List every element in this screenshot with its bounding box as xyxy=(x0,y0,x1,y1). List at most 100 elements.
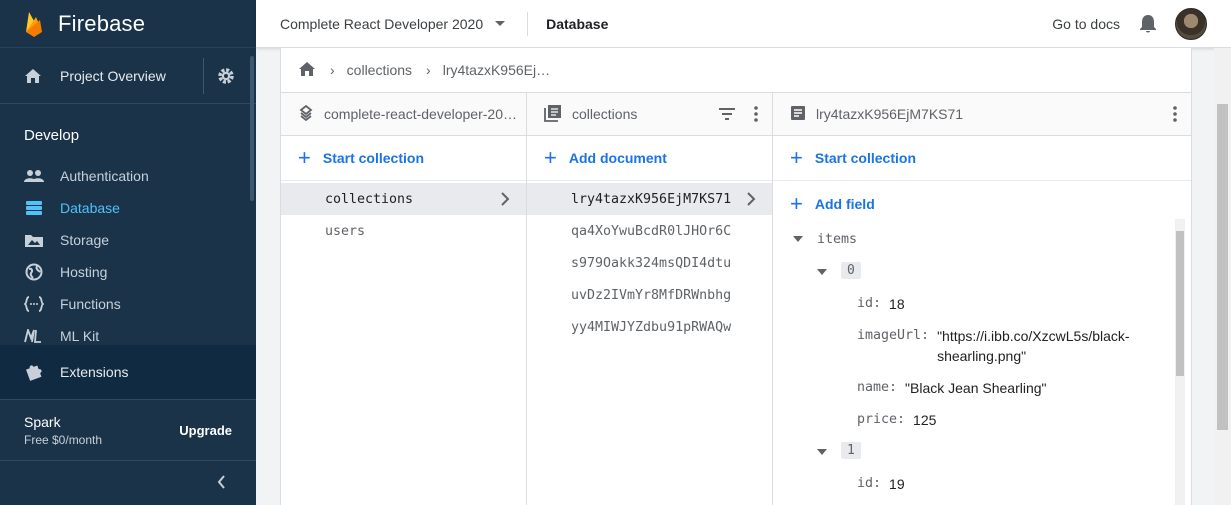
list-item-label: lry4tazxK956EjM7KS71 xyxy=(571,191,732,207)
field-row[interactable]: imageUrl: "https://i.ibb.co/XzcwL5s/blac… xyxy=(857,328,1130,366)
sidebar-item-functions[interactable]: Functions xyxy=(0,288,256,320)
document-panel: lry4tazxK956EjM7KS71 + Start collection … xyxy=(773,93,1191,505)
app-name: Firebase xyxy=(58,10,146,36)
field-row[interactable]: items xyxy=(793,232,857,247)
list-item[interactable]: uvDz2IVmYr8MfDRWnbhg xyxy=(527,279,772,311)
field-row[interactable]: name: "Black Jean Shearling" xyxy=(857,380,1047,396)
project-selector[interactable]: Complete React Developer 2020 xyxy=(280,16,483,32)
extensions-label: Extensions xyxy=(60,364,129,380)
chevron-down-icon[interactable] xyxy=(495,21,506,26)
panel-header: collections xyxy=(527,93,772,136)
add-field-button[interactable]: + Add field xyxy=(773,181,1191,226)
list-item[interactable]: lry4tazxK956EjM7KS71 xyxy=(527,183,772,215)
sidebar-scrollbar[interactable] xyxy=(250,56,254,201)
start-collection-button[interactable]: + Start collection xyxy=(281,136,526,181)
firebase-logo[interactable]: Firebase xyxy=(24,10,145,38)
globe-icon xyxy=(24,263,44,281)
plan-price: Free $0/month xyxy=(24,432,103,447)
field-value-line: "https://i.ibb.co/XzcwL5s/black- xyxy=(937,328,1130,344)
plus-icon: + xyxy=(298,145,311,170)
database-viewer: › collections › lry4tazxK956Ej… complete… xyxy=(280,48,1192,505)
field-row[interactable]: 0 xyxy=(817,262,861,279)
list-item-label: s979Oakk324msQDI4dtu xyxy=(571,255,732,271)
sidebar-item-label: Database xyxy=(60,200,120,216)
filter-icon[interactable] xyxy=(718,107,736,124)
plus-icon: + xyxy=(790,145,803,170)
plan-name: Spark xyxy=(24,413,61,430)
document-fields: items 0 id: 18 imageUrl: "https://i.ibb.… xyxy=(773,219,1191,505)
upgrade-button[interactable]: Upgrade xyxy=(179,423,232,438)
field-row[interactable]: 1 xyxy=(817,442,861,459)
expand-triangle-icon[interactable] xyxy=(817,449,827,455)
expand-triangle-icon[interactable] xyxy=(817,269,827,275)
collapse-sidebar-icon[interactable] xyxy=(214,474,230,495)
collection-panel: collections + Add document lry4tazxK956E… xyxy=(527,93,773,505)
list-item[interactable]: users xyxy=(281,215,526,247)
fields-scrollbar[interactable] xyxy=(1175,219,1185,505)
puzzle-icon xyxy=(24,361,44,384)
field-value: 19 xyxy=(889,476,905,492)
sidebar-header: Firebase xyxy=(0,0,256,48)
home-icon xyxy=(24,68,44,84)
chevron-right-icon: › xyxy=(330,62,335,78)
plan-section: Spark Free $0/month Upgrade xyxy=(0,400,256,461)
sidebar-item-storage[interactable]: Storage xyxy=(0,224,256,256)
list-item-label: qa4XoYwuBcdR0lJHOr6C xyxy=(571,223,732,239)
sidebar-item-label: ML Kit xyxy=(60,328,100,344)
list-item[interactable]: yy4MIWJYZdbu91pRWAQw xyxy=(527,311,772,343)
page-scrollbar[interactable] xyxy=(1214,48,1231,505)
chevron-right-icon: › xyxy=(426,62,431,78)
panel-header: complete-react-developer-20… xyxy=(281,93,526,136)
image-icon xyxy=(24,233,44,247)
go-to-docs-link[interactable]: Go to docs xyxy=(1052,16,1120,32)
develop-title: Develop xyxy=(24,127,80,144)
divider xyxy=(527,11,529,36)
document-title: lry4tazxK956EjM7KS71 xyxy=(816,106,964,122)
bell-icon[interactable] xyxy=(1139,14,1157,39)
more-vert-icon[interactable] xyxy=(1173,106,1177,125)
field-row[interactable]: id: 19 xyxy=(857,476,905,492)
gear-icon[interactable] xyxy=(216,66,236,91)
field-value: "Black Jean Shearling" xyxy=(905,380,1047,396)
start-collection-button[interactable]: + Start collection xyxy=(773,136,1191,181)
plus-icon: + xyxy=(790,190,803,216)
breadcrumb: › collections › lry4tazxK956Ej… xyxy=(281,48,1191,93)
field-row[interactable]: id: 18 xyxy=(857,296,905,312)
field-row[interactable]: price: 125 xyxy=(857,412,936,428)
add-document-button[interactable]: + Add document xyxy=(527,136,772,181)
sidebar-item-label: Authentication xyxy=(60,168,149,184)
project-root-title: complete-react-developer-20… xyxy=(324,106,517,122)
firebase-flame-icon xyxy=(26,11,42,37)
breadcrumb-item[interactable]: collections xyxy=(347,62,412,78)
section-title: Database xyxy=(546,15,609,32)
people-icon xyxy=(24,169,44,183)
sidebar-item-authentication[interactable]: Authentication xyxy=(0,160,256,192)
avatar[interactable] xyxy=(1175,8,1207,40)
breadcrumb-item[interactable]: lry4tazxK956Ej… xyxy=(443,62,550,78)
sidebar-item-database[interactable]: Database xyxy=(0,192,256,224)
collection-icon xyxy=(544,104,562,125)
list-item[interactable]: s979Oakk324msQDI4dtu xyxy=(527,247,772,279)
home-icon[interactable] xyxy=(298,61,316,80)
mlkit-icon xyxy=(24,329,44,343)
scrollbar-thumb[interactable] xyxy=(1176,231,1184,376)
sidebar-item-extensions[interactable]: Extensions xyxy=(0,345,256,400)
collection-title: collections xyxy=(572,106,638,122)
more-vert-icon[interactable] xyxy=(754,106,758,125)
top-bar: Complete React Developer 2020 Database G… xyxy=(256,0,1231,48)
root-panel: complete-react-developer-20… + Start col… xyxy=(281,93,527,505)
field-key: id: xyxy=(857,476,882,491)
list-item[interactable]: collections xyxy=(281,183,526,215)
field-value: 125 xyxy=(913,412,937,428)
list-item-label: yy4MIWJYZdbu91pRWAQw xyxy=(571,319,732,335)
field-key: id: xyxy=(857,296,882,311)
expand-triangle-icon[interactable] xyxy=(793,236,803,242)
sidebar-item-hosting[interactable]: Hosting xyxy=(0,256,256,288)
sidebar-item-label: Storage xyxy=(60,232,110,248)
list-item[interactable]: qa4XoYwuBcdR0lJHOr6C xyxy=(527,215,772,247)
action-label: Add document xyxy=(568,150,667,166)
project-overview[interactable]: Project Overview xyxy=(0,48,256,104)
chevron-right-icon xyxy=(498,191,512,211)
root-icon xyxy=(298,104,314,124)
scrollbar-thumb[interactable] xyxy=(1217,104,1228,430)
